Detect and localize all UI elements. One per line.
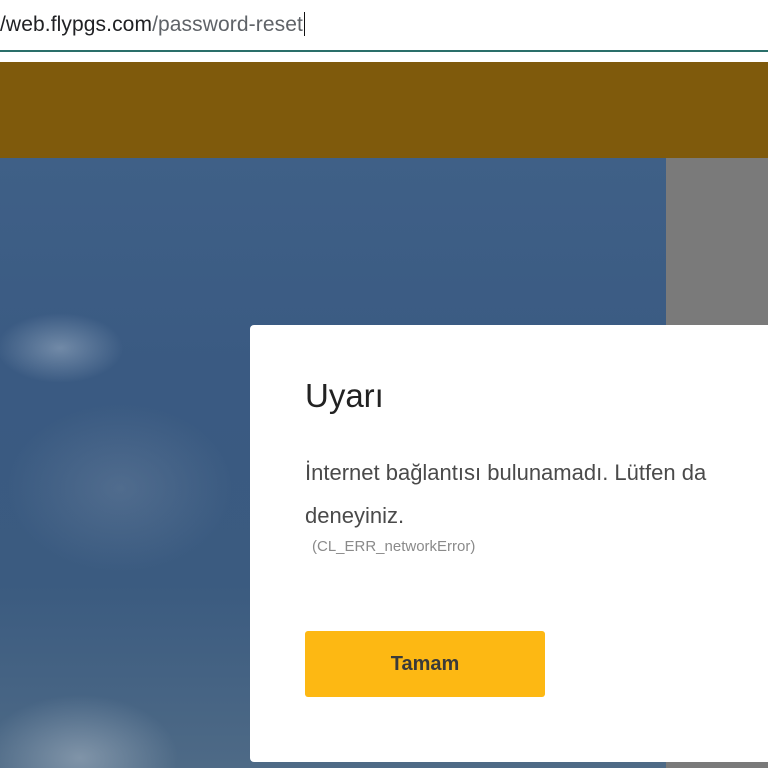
header-top-strip (0, 52, 768, 62)
alert-dialog: Uyarı İnternet bağlantısı bulunamadı. Lü… (250, 325, 768, 762)
address-bar[interactable]: /web.flypgs.com/password-reset (0, 0, 768, 52)
dialog-message-line2: deneyiniz. (305, 503, 405, 528)
error-code: (CL_ERR_networkError) (312, 538, 476, 555)
site-header (0, 62, 768, 158)
dialog-title: Uyarı (305, 377, 384, 414)
dialog-message: İnternet bağlantısı bulunamadı. Lütfen d… (305, 451, 768, 537)
dialog-message-line1: İnternet bağlantısı bulunamadı. Lütfen d… (305, 460, 707, 485)
url-domain: /web.flypgs.com (0, 13, 153, 36)
ok-button[interactable]: Tamam (305, 631, 545, 697)
text-caret (303, 12, 305, 36)
url-path: /password-reset (152, 13, 303, 36)
page: /web.flypgs.com/password-reset Uyarı İnt… (0, 0, 768, 768)
url-field[interactable]: /web.flypgs.com/password-reset (0, 12, 305, 37)
